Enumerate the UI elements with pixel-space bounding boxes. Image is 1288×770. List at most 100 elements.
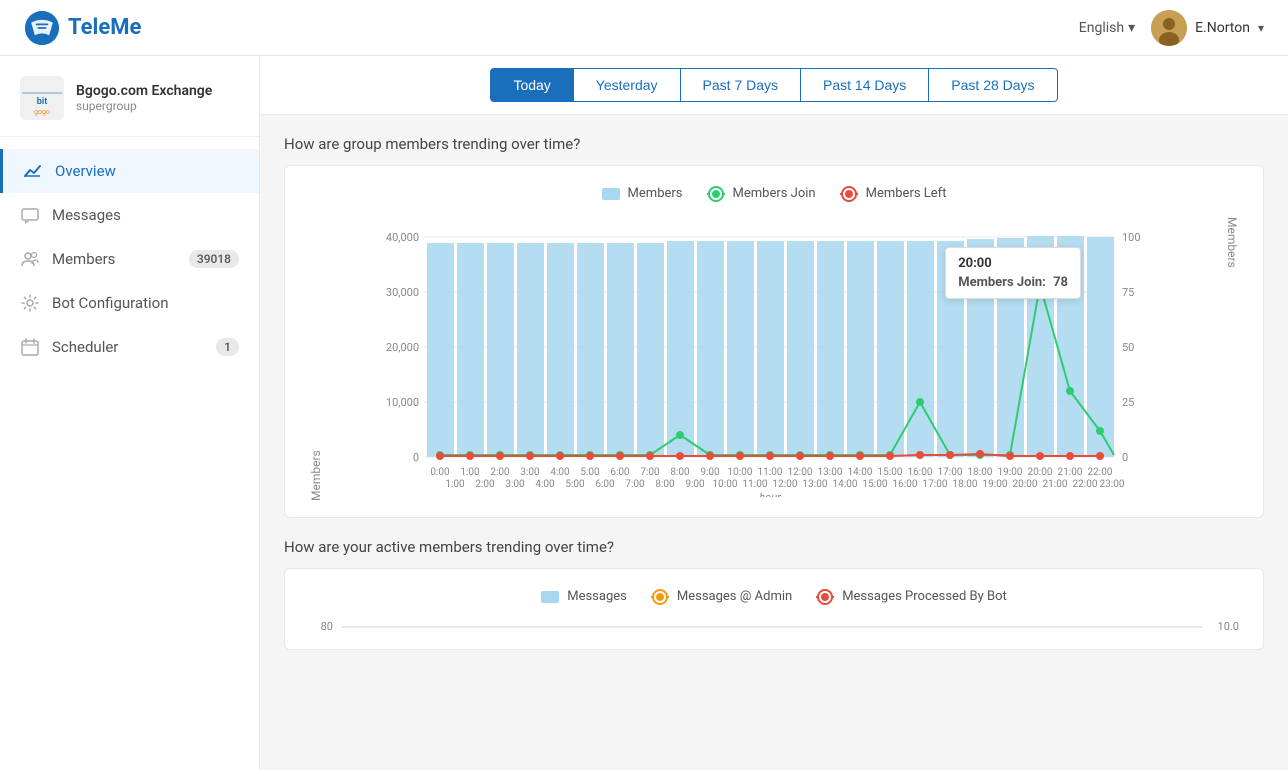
svg-text:13:00: 13:00 [803,479,828,490]
svg-text:15:00: 15:00 [863,479,888,490]
svg-text:25: 25 [1122,396,1134,409]
top-bar: TeleMe English ▾ E.Norton ▾ [0,0,1288,56]
sidebar-item-messages[interactable]: Messages [0,193,259,237]
chart2-left-tick: 80 [309,620,333,633]
svg-text:9:00: 9:00 [685,479,705,490]
avatar [1151,10,1187,46]
svg-text:4:00: 4:00 [535,479,555,490]
sidebar-item-bot-config[interactable]: Bot Configuration [0,281,259,325]
logo: TeleMe [24,10,141,46]
main-layout: bit gogo Bgogo.com Exchange supergroup O… [0,56,1288,770]
content-area: Today Yesterday Past 7 Days Past 14 Days… [260,56,1288,770]
svg-text:3:00: 3:00 [505,479,525,490]
svg-text:22:00: 22:00 [1088,467,1113,478]
tab-past14[interactable]: Past 14 Days [801,68,929,102]
period-tabs-row: Today Yesterday Past 7 Days Past 14 Days… [260,56,1288,115]
svg-text:17:00: 17:00 [923,479,948,490]
group-name: Bgogo.com Exchange [76,83,212,99]
bot-config-label: Bot Configuration [52,294,168,312]
legend-line-red [840,193,858,195]
legend-join-label: Members Join [733,186,816,201]
scheduler-label: Scheduler [52,338,118,356]
charts-container: How are group members trending over time… [260,115,1288,690]
group-info: bit gogo Bgogo.com Exchange supergroup [0,56,259,137]
svg-text:10:00: 10:00 [713,479,738,490]
svg-text:30,000: 30,000 [386,286,419,299]
legend-bot-label: Messages Processed By Bot [842,589,1007,604]
tab-yesterday[interactable]: Yesterday [574,68,681,102]
svg-text:11:00: 11:00 [743,479,768,490]
svg-text:8:00: 8:00 [670,467,690,478]
lang-dropdown-arrow: ▾ [1128,20,1135,36]
svg-text:0: 0 [1122,451,1128,464]
logo-icon [24,10,60,46]
svg-text:40,000: 40,000 [386,231,419,244]
legend-left-label: Members Left [866,186,947,201]
svg-text:9:00: 9:00 [700,467,720,478]
svg-text:5:00: 5:00 [565,479,585,490]
svg-text:12:00: 12:00 [788,467,813,478]
legend-members: Members [602,186,683,201]
legend-bot: Messages Processed By Bot [816,589,1007,604]
message-icon [20,205,40,225]
sidebar-item-overview[interactable]: Overview [0,149,259,193]
left-axis-label: Members [309,217,323,501]
svg-text:18:00: 18:00 [953,479,978,490]
legend-line-yellow [651,596,669,598]
chart-icon [23,161,43,181]
tab-past7[interactable]: Past 7 Days [681,68,801,102]
chart1-legend: Members Members Join Members Left [309,186,1239,201]
right-axis-label: Members [1225,217,1239,501]
legend-messages: Messages [541,589,627,604]
legend-admin: Messages @ Admin [651,589,792,604]
svg-text:15:00: 15:00 [878,467,903,478]
svg-text:3:00: 3:00 [520,467,540,478]
svg-text:6:00: 6:00 [595,479,615,490]
svg-text:14:00: 14:00 [833,479,858,490]
svg-text:22:00: 22:00 [1073,479,1098,490]
user-dropdown-arrow: ▾ [1258,21,1264,35]
gear-icon [20,293,40,313]
chart1-section: How are group members trending over time… [284,135,1264,518]
svg-text:20:00: 20:00 [1028,467,1053,478]
svg-text:2:00: 2:00 [475,479,495,490]
svg-text:4:00: 4:00 [550,467,570,478]
svg-text:1:00: 1:00 [445,479,465,490]
sidebar: bit gogo Bgogo.com Exchange supergroup O… [0,56,260,770]
legend-members-label: Members [628,186,683,201]
svg-text:0:00: 0:00 [430,467,450,478]
group-details: Bgogo.com Exchange supergroup [76,83,212,113]
svg-text:12:00: 12:00 [773,479,798,490]
chart1-question: How are group members trending over time… [284,135,1264,153]
chart2-legend: Messages Messages @ Admin Messages Proce… [309,589,1239,604]
user-menu[interactable]: E.Norton ▾ [1151,10,1264,46]
tab-today[interactable]: Today [490,68,573,102]
legend-messages-label: Messages [567,589,627,604]
sidebar-item-scheduler[interactable]: Scheduler 1 [0,325,259,369]
svg-text:5:00: 5:00 [580,467,600,478]
svg-text:75: 75 [1122,286,1134,299]
language-selector[interactable]: English ▾ [1079,20,1135,36]
chart2-question: How are your active members trending ove… [284,538,1264,556]
legend-admin-label: Messages @ Admin [677,589,792,604]
chart2-card: Messages Messages @ Admin Messages Proce… [284,568,1264,650]
svg-text:7:00: 7:00 [640,467,660,478]
chart1-svg: 40,000 30,000 20,000 10,000 0 100 75 50 … [327,217,1201,497]
svg-text:50: 50 [1122,341,1134,354]
legend-bar-messages [541,591,559,603]
user-name-label: E.Norton [1195,20,1250,36]
chart1-card: Members Members Join Members Left [284,165,1264,518]
svg-text:23:00: 23:00 [1100,479,1125,490]
nav-items: Overview Messages [0,137,259,381]
legend-line-green [707,193,725,195]
svg-text:20,000: 20,000 [386,341,419,354]
svg-text:0: 0 [413,451,419,464]
group-type: supergroup [76,99,212,113]
members-label: Members [52,250,115,268]
sidebar-item-members[interactable]: Members 39018 [0,237,259,281]
tab-past28[interactable]: Past 28 Days [929,68,1057,102]
language-label: English [1079,20,1124,36]
chart2-right-tick: 10.0 [1211,620,1239,633]
chart2-section: How are your active members trending ove… [284,538,1264,650]
svg-text:11:00: 11:00 [758,467,783,478]
